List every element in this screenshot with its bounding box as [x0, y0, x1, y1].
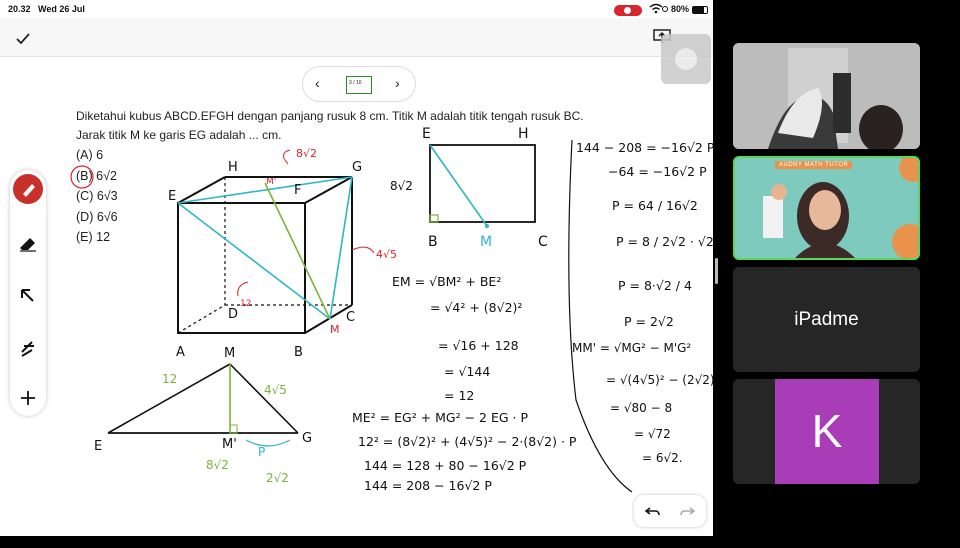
triangle-drawing: [107, 363, 299, 447]
tri-label-mprime: M': [222, 437, 237, 452]
split-view-handle[interactable]: [715, 258, 718, 284]
tri-label-g: G: [302, 431, 312, 446]
participant-video-tutor[interactable]: AUDNY MATH TUTOR: [733, 156, 920, 260]
ipad-screen: 20.32 Wed 26 Jul 80% ‹ 3 / 10 › Diketahu…: [0, 0, 713, 536]
label-mprime-cube: M': [266, 177, 276, 187]
tri-label-p: P: [258, 445, 265, 459]
label-h: H: [228, 160, 238, 175]
redo-icon[interactable]: [670, 495, 706, 527]
svg-text:ME² = EG² + MG² − 2 EG · P: ME² = EG² + MG² − 2 EG · P: [352, 410, 528, 425]
tool-palette: [10, 170, 46, 416]
pen-tool[interactable]: [10, 174, 46, 204]
label-c: C: [346, 310, 355, 325]
tri-label-m: M: [224, 346, 235, 361]
sq-label-e: E: [422, 126, 431, 142]
tri-label-4root5: 4√5: [264, 383, 287, 397]
label-12-cube: 12: [240, 299, 251, 309]
sq-label-c: C: [538, 234, 548, 250]
sq-label-h: H: [518, 126, 529, 142]
label-m: M: [330, 323, 340, 336]
svg-text:= 12: = 12: [444, 388, 474, 403]
svg-text:= √(4√5)² − (2√2)²: = √(4√5)² − (2√2)²: [606, 373, 713, 387]
sq-label-m: M: [480, 234, 492, 250]
tri-label-8root2: 8√2: [206, 458, 229, 472]
handwriting-canvas[interactable]: H G E F D C A B M 8√2 4√5 M' 12 E H B C …: [0, 0, 713, 536]
label-8root2-top: 8√2: [296, 147, 317, 160]
participant-video-frame: [733, 43, 920, 149]
svg-text:−64 = −16√2 P: −64 = −16√2 P: [608, 164, 707, 179]
participant-tile-ipadme[interactable]: iPadme: [733, 267, 920, 372]
work-me: ME² = EG² + MG² − 2 EG · P 12² = (8√2)² …: [352, 410, 577, 493]
sq-label-side: 8√2: [390, 179, 413, 193]
svg-text:= √80 − 8: = √80 − 8: [610, 401, 672, 415]
add-icon[interactable]: [10, 382, 46, 412]
label-d: D: [228, 307, 238, 322]
tri-label-2root2: 2√2: [266, 471, 289, 485]
label-4root5-side: 4√5: [376, 248, 397, 261]
svg-text:EM = √BM² + BE²: EM = √BM² + BE²: [392, 274, 501, 289]
label-b: B: [294, 345, 303, 360]
svg-text:P = 2√2: P = 2√2: [624, 314, 674, 329]
undo-redo-controls: [634, 495, 706, 527]
participant-avatar-k: K: [775, 379, 879, 484]
svg-text:144 − 208 = −16√2 P: 144 − 208 = −16√2 P: [576, 140, 713, 155]
svg-text:144 = 128 + 80 − 16√2 P: 144 = 128 + 80 − 16√2 P: [364, 458, 527, 473]
label-f: F: [294, 183, 301, 198]
work-p: 144 − 208 = −16√2 P −64 = −16√2 P P = 64…: [576, 140, 713, 329]
square-drawing: [429, 144, 536, 223]
svg-text:P = 64 / 16√2: P = 64 / 16√2: [612, 198, 698, 213]
svg-text:MM' = √MG² − M'G²: MM' = √MG² − M'G²: [572, 341, 691, 355]
tutor-banner: AUDNY MATH TUTOR: [775, 161, 853, 169]
svg-text:= √144: = √144: [444, 364, 490, 379]
tri-label-12: 12: [162, 372, 177, 386]
participant-video-1[interactable]: [733, 43, 920, 149]
label-e: E: [168, 189, 176, 204]
svg-text:P = 8·√2 / 4: P = 8·√2 / 4: [618, 278, 692, 293]
participant-name-ipadme: iPadme: [794, 309, 859, 330]
label-g: G: [352, 160, 362, 175]
svg-text:P = 8 / 2√2 · √2/√2: P = 8 / 2√2 · √2/√2: [616, 234, 713, 249]
label-a: A: [176, 345, 185, 360]
tri-label-e: E: [94, 439, 102, 454]
work-em: EM = √BM² + BE² = √4² + (8√2)² = √16 + 1…: [392, 274, 522, 403]
svg-text:= √16 + 128: = √16 + 128: [438, 338, 519, 353]
work-mm: MM' = √MG² − M'G² = √(4√5)² − (2√2)² = √…: [572, 341, 713, 465]
participant-tile-k[interactable]: K: [733, 379, 920, 484]
eraser-icon[interactable]: [10, 228, 46, 258]
sq-label-b: B: [428, 234, 438, 250]
svg-text:= √72: = √72: [634, 427, 671, 441]
svg-text:= √4² + (8√2)²: = √4² + (8√2)²: [430, 300, 522, 315]
laser-pointer-icon[interactable]: [10, 332, 46, 362]
svg-text:144 = 208 − 16√2 P: 144 = 208 − 16√2 P: [364, 478, 492, 493]
lasso-arrow-icon[interactable]: [10, 280, 46, 310]
answer-circle-mark: [70, 165, 94, 189]
pen-icon: [23, 184, 35, 197]
svg-text:12² = (8√2)² + (4√5)² − 2·(8√2: 12² = (8√2)² + (4√5)² − 2·(8√2) · P: [358, 434, 577, 449]
tutor-video-frame: [735, 158, 918, 258]
svg-text:= 6√2.: = 6√2.: [642, 451, 683, 465]
